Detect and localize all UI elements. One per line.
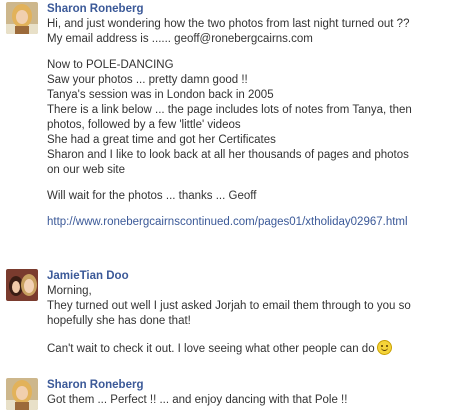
avatar[interactable] bbox=[6, 378, 38, 410]
message-line: Now to POLE-DANCING bbox=[47, 59, 174, 71]
message-line: Saw your photos ... pretty damn good !! bbox=[47, 74, 248, 86]
message-line: on our web site bbox=[47, 164, 125, 176]
author-name[interactable]: Sharon Roneberg bbox=[47, 378, 464, 393]
message-text: Can't wait to check it out. I love seein… bbox=[47, 343, 375, 355]
message-line: Got them ... Perfect !! ... and enjoy da… bbox=[47, 394, 348, 406]
message-line: Morning, bbox=[47, 285, 92, 297]
message-line: Will wait for the photos ... thanks ... … bbox=[47, 190, 257, 202]
message-line: My email address is ...... geoff@roneber… bbox=[47, 33, 313, 45]
message-line: They turned out well I just asked Jorjah… bbox=[47, 300, 411, 312]
message-line: hopefully she has done that! bbox=[47, 315, 191, 327]
avatar[interactable] bbox=[6, 2, 38, 34]
message-line: There is a link below ... the page inclu… bbox=[47, 104, 412, 116]
message-line: She had a great time and got her Certifi… bbox=[47, 134, 276, 146]
smiley-emoticon-icon bbox=[376, 340, 392, 355]
message-line: Hi, and just wondering how the two photo… bbox=[47, 18, 410, 30]
message-line: photos, followed by a few 'little' video… bbox=[47, 119, 241, 131]
message-line: Tanya's session was in London back in 20… bbox=[47, 89, 274, 101]
web-link[interactable]: http://www.ronebergcairnscontinued.com/p… bbox=[47, 215, 464, 230]
message-line: Sharon and I like to look back at all he… bbox=[47, 149, 409, 161]
author-name[interactable]: JamieTian Doo bbox=[47, 269, 464, 284]
message-line: Can't wait to check it out. I love seein… bbox=[47, 340, 464, 357]
author-name[interactable]: Sharon Roneberg bbox=[47, 2, 464, 17]
avatar[interactable] bbox=[6, 269, 38, 301]
